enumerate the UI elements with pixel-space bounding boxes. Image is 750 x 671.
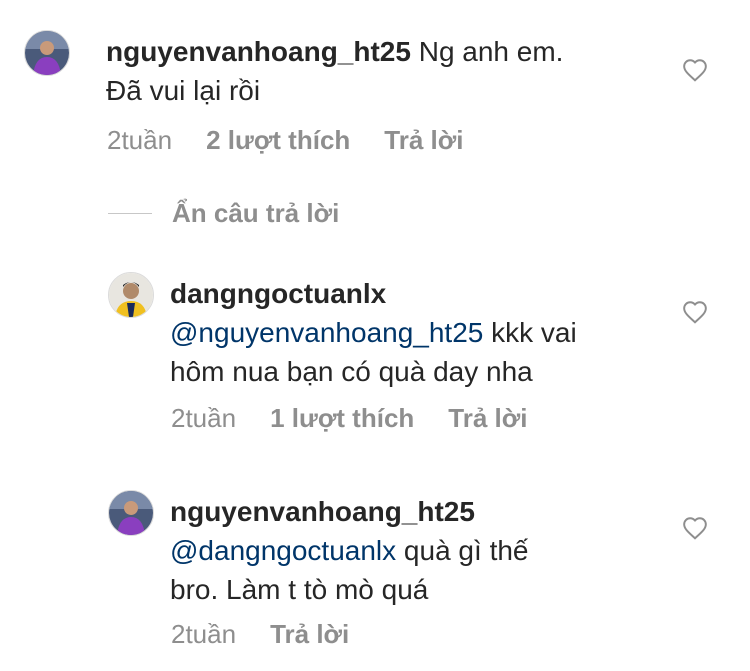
comment-body: Ng anh em. (410, 36, 564, 67)
heart-icon[interactable] (682, 516, 708, 540)
comment-text: nguyenvanhoang_ht25 Ng anh em. Đã vui lạ… (106, 32, 666, 110)
comment-text: dangngoctuanlx @nguyenvanhoang_ht25 kkk … (170, 274, 670, 391)
comment-body-line2: Đã vui lại rồi (106, 75, 261, 106)
comment-username[interactable]: nguyenvanhoang_ht25 (170, 496, 475, 527)
reply-button[interactable]: Trả lời (270, 618, 349, 650)
comment-username[interactable]: dangngoctuanlx (170, 278, 386, 309)
comment-2: dangngoctuanlx @nguyenvanhoang_ht25 kkk … (0, 262, 750, 442)
heart-icon[interactable] (682, 300, 708, 324)
avatar[interactable] (24, 30, 70, 76)
comment-1: nguyenvanhoang_ht25 Ng anh em. Đã vui lạ… (0, 0, 750, 170)
comment-likes[interactable]: 2 lượt thích (206, 124, 350, 156)
divider-line (108, 213, 152, 214)
comment-body: quà gì thế (396, 535, 529, 566)
comment-time[interactable]: 2tuần (171, 618, 236, 650)
mention-link[interactable]: @nguyenvanhoang_ht25 (170, 317, 483, 348)
avatar[interactable] (108, 490, 154, 536)
comment-username[interactable]: nguyenvanhoang_ht25 (106, 36, 411, 67)
comment-text: nguyenvanhoang_ht25 @dangngoctuanlx quà … (170, 492, 670, 609)
mention-link[interactable]: @dangngoctuanlx (170, 535, 396, 566)
reply-button[interactable]: Trả lời (384, 124, 463, 156)
comment-body: kkk vai (483, 317, 577, 348)
comment-meta: 2tuần Trả lời (171, 618, 349, 650)
comment-time[interactable]: 2tuần (171, 402, 236, 434)
comment-body-line2: hôm nua bạn có quà day nha (170, 356, 533, 387)
avatar[interactable] (108, 272, 154, 318)
comment-meta: 2tuần 1 lượt thích Trả lời (171, 402, 527, 434)
comment-likes[interactable]: 1 lượt thích (270, 402, 414, 434)
heart-icon[interactable] (682, 58, 708, 82)
hide-replies-button[interactable]: Ẩn câu trả lời (108, 198, 339, 229)
comment-meta: 2tuần 2 lượt thích Trả lời (107, 124, 463, 156)
reply-button[interactable]: Trả lời (448, 402, 527, 434)
comment-time[interactable]: 2tuần (107, 124, 172, 156)
hide-replies-label: Ẩn câu trả lời (172, 198, 340, 228)
comment-3: nguyenvanhoang_ht25 @dangngoctuanlx quà … (0, 480, 750, 671)
comment-body-line2: bro. Làm t tò mò quá (170, 574, 429, 605)
